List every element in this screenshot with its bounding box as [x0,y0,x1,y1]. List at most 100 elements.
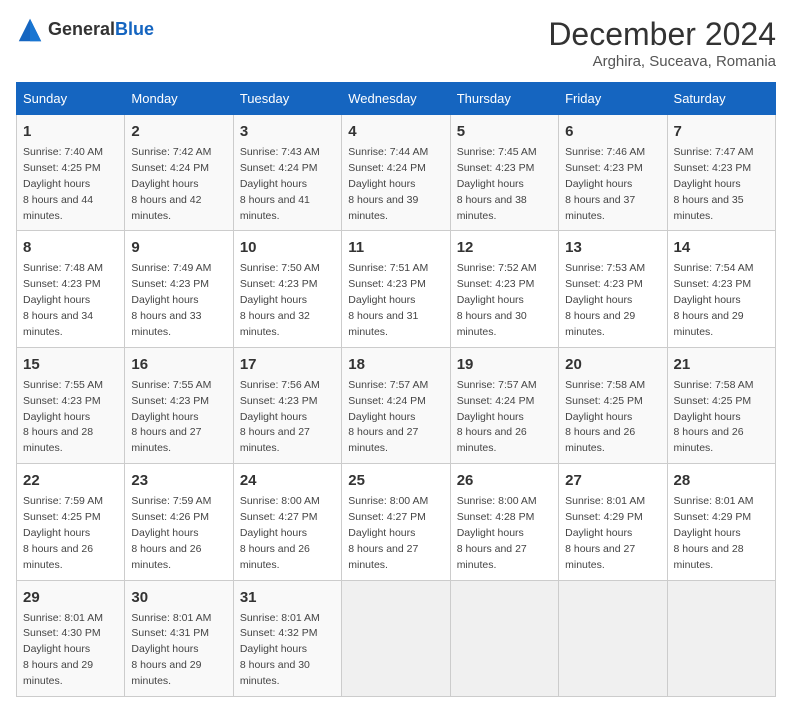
day-info: Sunrise: 8:01 AMSunset: 4:30 PMDaylight … [23,612,103,688]
calendar-cell: 13 Sunrise: 7:53 AMSunset: 4:23 PMDaylig… [559,231,667,347]
calendar-cell: 6 Sunrise: 7:46 AMSunset: 4:23 PMDayligh… [559,115,667,231]
day-info: Sunrise: 7:46 AMSunset: 4:23 PMDaylight … [565,146,645,222]
calendar-cell: 12 Sunrise: 7:52 AMSunset: 4:23 PMDaylig… [450,231,558,347]
day-number: 22 [23,470,118,492]
calendar-cell: 14 Sunrise: 7:54 AMSunset: 4:23 PMDaylig… [667,231,775,347]
day-number: 11 [348,237,443,259]
calendar-week-row: 1 Sunrise: 7:40 AMSunset: 4:25 PMDayligh… [17,115,776,231]
day-number: 28 [674,470,769,492]
page-subtitle: Arghira, Suceava, Romania [548,53,776,70]
day-info: Sunrise: 7:56 AMSunset: 4:23 PMDaylight … [240,379,320,455]
day-number: 18 [348,354,443,376]
day-number: 19 [457,354,552,376]
day-info: Sunrise: 7:54 AMSunset: 4:23 PMDaylight … [674,262,754,338]
day-info: Sunrise: 7:40 AMSunset: 4:25 PMDaylight … [23,146,103,222]
calendar-cell: 5 Sunrise: 7:45 AMSunset: 4:23 PMDayligh… [450,115,558,231]
day-number: 6 [565,121,660,143]
day-number: 27 [565,470,660,492]
col-sunday: Sunday [17,83,125,115]
page-title: December 2024 [548,16,776,53]
day-info: Sunrise: 7:52 AMSunset: 4:23 PMDaylight … [457,262,537,338]
calendar-cell: 1 Sunrise: 7:40 AMSunset: 4:25 PMDayligh… [17,115,125,231]
calendar-cell: 26 Sunrise: 8:00 AMSunset: 4:28 PMDaylig… [450,464,558,580]
calendar-cell: 27 Sunrise: 8:01 AMSunset: 4:29 PMDaylig… [559,464,667,580]
logo-icon [16,16,44,44]
calendar-cell: 16 Sunrise: 7:55 AMSunset: 4:23 PMDaylig… [125,347,233,463]
day-info: Sunrise: 8:01 AMSunset: 4:32 PMDaylight … [240,612,320,688]
day-number: 4 [348,121,443,143]
logo-text-general: General [48,19,115,39]
calendar-week-row: 8 Sunrise: 7:48 AMSunset: 4:23 PMDayligh… [17,231,776,347]
calendar-week-row: 22 Sunrise: 7:59 AMSunset: 4:25 PMDaylig… [17,464,776,580]
day-number: 23 [131,470,226,492]
day-info: Sunrise: 7:42 AMSunset: 4:24 PMDaylight … [131,146,211,222]
day-info: Sunrise: 7:57 AMSunset: 4:24 PMDaylight … [348,379,428,455]
day-info: Sunrise: 7:58 AMSunset: 4:25 PMDaylight … [674,379,754,455]
col-friday: Friday [559,83,667,115]
day-info: Sunrise: 7:55 AMSunset: 4:23 PMDaylight … [23,379,103,455]
calendar-cell: 19 Sunrise: 7:57 AMSunset: 4:24 PMDaylig… [450,347,558,463]
col-wednesday: Wednesday [342,83,450,115]
calendar-cell: 29 Sunrise: 8:01 AMSunset: 4:30 PMDaylig… [17,580,125,696]
calendar-cell: 22 Sunrise: 7:59 AMSunset: 4:25 PMDaylig… [17,464,125,580]
calendar-cell: 15 Sunrise: 7:55 AMSunset: 4:23 PMDaylig… [17,347,125,463]
day-number: 20 [565,354,660,376]
day-number: 2 [131,121,226,143]
day-number: 29 [23,587,118,609]
calendar-cell: 2 Sunrise: 7:42 AMSunset: 4:24 PMDayligh… [125,115,233,231]
day-number: 24 [240,470,335,492]
day-info: Sunrise: 8:00 AMSunset: 4:27 PMDaylight … [348,495,428,571]
calendar-cell: 3 Sunrise: 7:43 AMSunset: 4:24 PMDayligh… [233,115,341,231]
day-number: 10 [240,237,335,259]
calendar-cell: 28 Sunrise: 8:01 AMSunset: 4:29 PMDaylig… [667,464,775,580]
calendar-week-row: 15 Sunrise: 7:55 AMSunset: 4:23 PMDaylig… [17,347,776,463]
calendar-cell: 18 Sunrise: 7:57 AMSunset: 4:24 PMDaylig… [342,347,450,463]
day-info: Sunrise: 8:01 AMSunset: 4:31 PMDaylight … [131,612,211,688]
day-number: 9 [131,237,226,259]
calendar-cell: 4 Sunrise: 7:44 AMSunset: 4:24 PMDayligh… [342,115,450,231]
day-number: 3 [240,121,335,143]
calendar-cell: 31 Sunrise: 8:01 AMSunset: 4:32 PMDaylig… [233,580,341,696]
header-row: Sunday Monday Tuesday Wednesday Thursday… [17,83,776,115]
day-info: Sunrise: 7:59 AMSunset: 4:26 PMDaylight … [131,495,211,571]
day-info: Sunrise: 7:53 AMSunset: 4:23 PMDaylight … [565,262,645,338]
calendar-cell: 21 Sunrise: 7:58 AMSunset: 4:25 PMDaylig… [667,347,775,463]
col-monday: Monday [125,83,233,115]
day-info: Sunrise: 7:45 AMSunset: 4:23 PMDaylight … [457,146,537,222]
calendar-cell: 8 Sunrise: 7:48 AMSunset: 4:23 PMDayligh… [17,231,125,347]
day-number: 5 [457,121,552,143]
day-number: 21 [674,354,769,376]
calendar-cell: 11 Sunrise: 7:51 AMSunset: 4:23 PMDaylig… [342,231,450,347]
day-info: Sunrise: 7:58 AMSunset: 4:25 PMDaylight … [565,379,645,455]
day-info: Sunrise: 7:43 AMSunset: 4:24 PMDaylight … [240,146,320,222]
title-area: December 2024 Arghira, Suceava, Romania [548,16,776,70]
day-number: 12 [457,237,552,259]
calendar-cell: 10 Sunrise: 7:50 AMSunset: 4:23 PMDaylig… [233,231,341,347]
day-number: 8 [23,237,118,259]
day-number: 14 [674,237,769,259]
day-number: 15 [23,354,118,376]
day-info: Sunrise: 7:55 AMSunset: 4:23 PMDaylight … [131,379,211,455]
logo: GeneralBlue [16,16,154,44]
day-number: 26 [457,470,552,492]
calendar-cell [342,580,450,696]
col-saturday: Saturday [667,83,775,115]
day-info: Sunrise: 7:50 AMSunset: 4:23 PMDaylight … [240,262,320,338]
day-number: 1 [23,121,118,143]
header: GeneralBlue December 2024 Arghira, Sucea… [16,16,776,70]
day-info: Sunrise: 8:01 AMSunset: 4:29 PMDaylight … [674,495,754,571]
day-info: Sunrise: 7:48 AMSunset: 4:23 PMDaylight … [23,262,103,338]
calendar-table: Sunday Monday Tuesday Wednesday Thursday… [16,82,776,697]
day-info: Sunrise: 7:44 AMSunset: 4:24 PMDaylight … [348,146,428,222]
day-number: 13 [565,237,660,259]
day-number: 25 [348,470,443,492]
calendar-cell: 24 Sunrise: 8:00 AMSunset: 4:27 PMDaylig… [233,464,341,580]
calendar-cell: 23 Sunrise: 7:59 AMSunset: 4:26 PMDaylig… [125,464,233,580]
calendar-cell [559,580,667,696]
calendar-cell: 7 Sunrise: 7:47 AMSunset: 4:23 PMDayligh… [667,115,775,231]
day-number: 31 [240,587,335,609]
day-number: 7 [674,121,769,143]
day-info: Sunrise: 8:00 AMSunset: 4:27 PMDaylight … [240,495,320,571]
calendar-cell: 30 Sunrise: 8:01 AMSunset: 4:31 PMDaylig… [125,580,233,696]
calendar-cell: 9 Sunrise: 7:49 AMSunset: 4:23 PMDayligh… [125,231,233,347]
